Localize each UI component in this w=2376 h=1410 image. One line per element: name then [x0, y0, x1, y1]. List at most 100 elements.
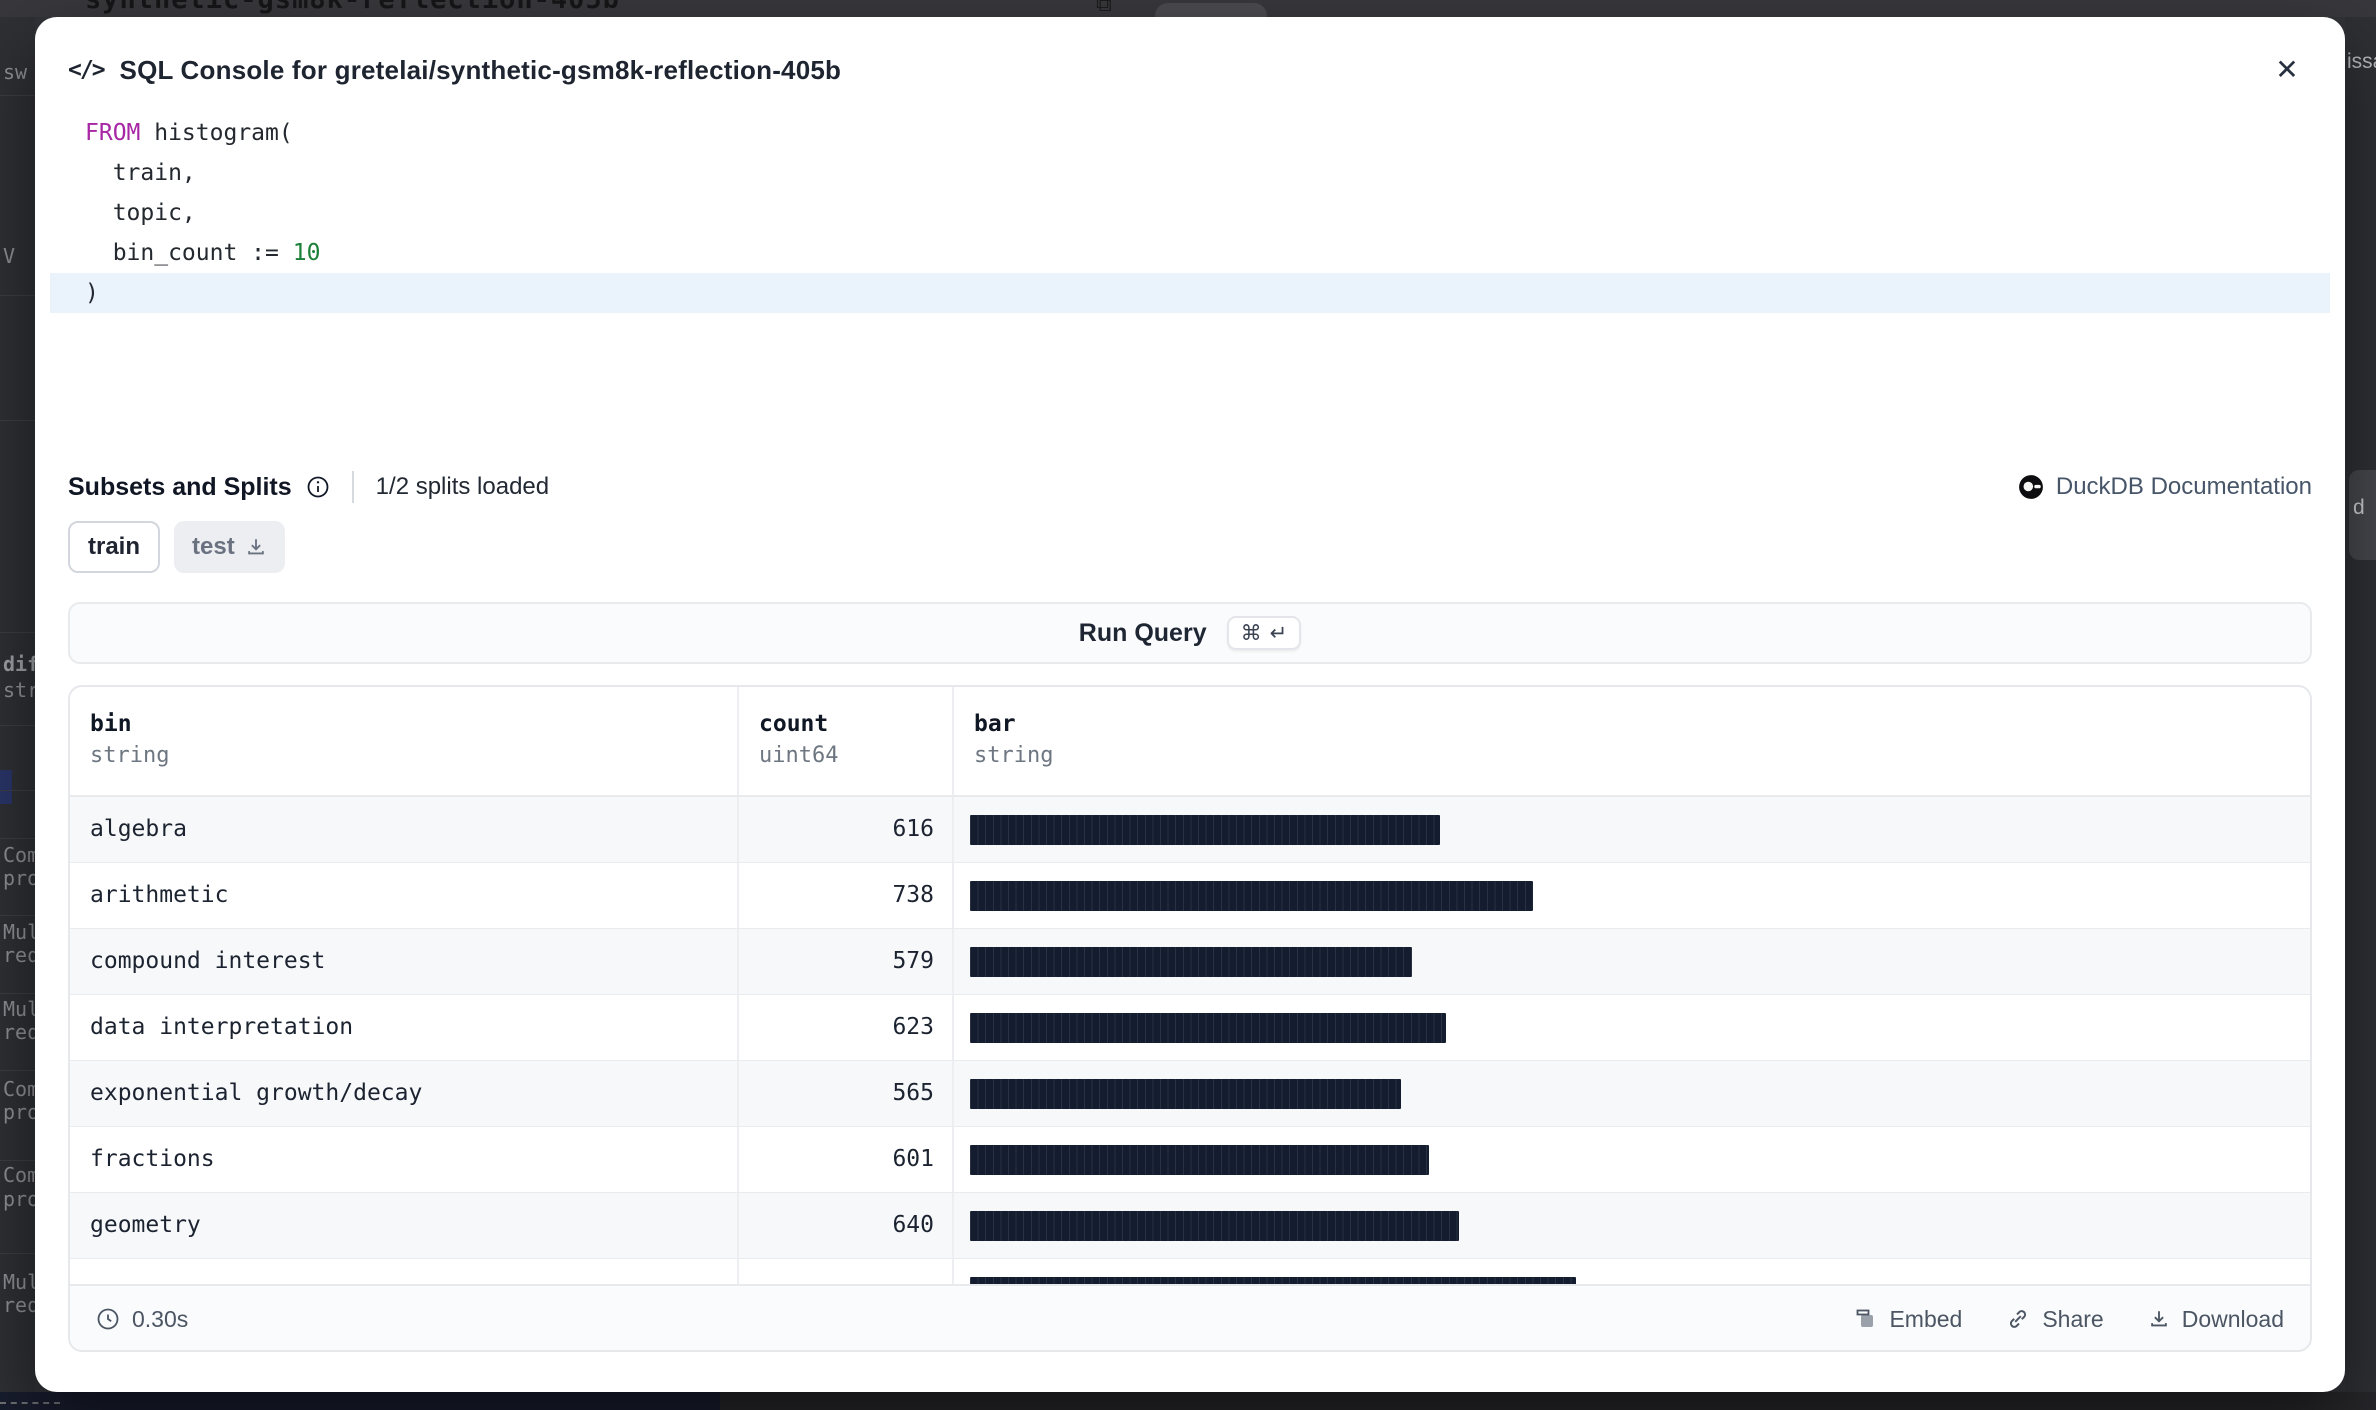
cell-count: 640 [737, 1193, 952, 1258]
column-header-bin: binstring [70, 687, 737, 795]
background-button-fragment: d [2349, 470, 2376, 560]
sql-token-plain: bin_count := [85, 240, 293, 266]
info-icon[interactable] [306, 475, 330, 499]
background-text-fragment: Mul [3, 997, 35, 1021]
background-left-column: swVdifstrComproMulreqMulreqComproComproM… [0, 17, 35, 1392]
cell-bin: fractions [70, 1127, 737, 1192]
table-row: fractions601 [70, 1127, 2310, 1193]
histogram-bar [970, 1079, 1401, 1109]
cell-bar [952, 863, 2310, 928]
cell-count [737, 1259, 952, 1284]
table-row: algebra616 [70, 797, 2310, 863]
table-row: arithmetic738 [70, 863, 2310, 929]
share-button[interactable]: Share [2006, 1306, 2103, 1333]
results-table: binstringcountuint64barstring algebra616… [70, 687, 2310, 1284]
kbd-key: ↵ [1270, 621, 1288, 645]
background-text-fragment: str [3, 678, 35, 702]
cell-bin: geometry [70, 1193, 737, 1258]
background-text-fragment: req [3, 943, 35, 967]
modal-title: SQL Console for gretelai/synthetic-gsm8k… [120, 55, 842, 86]
clock-icon [96, 1307, 120, 1331]
cell-bar [952, 1061, 2310, 1126]
embed-button[interactable]: Embed [1853, 1306, 1962, 1333]
table-row: compound interest579 [70, 929, 2310, 995]
table-header-row: binstringcountuint64barstring [70, 687, 2310, 797]
cell-bin [70, 1259, 737, 1284]
download-button[interactable]: Download [2148, 1306, 2284, 1333]
background-text-fragment: Mul [3, 1270, 35, 1294]
table-row: data interpretation623 [70, 995, 2310, 1061]
subsets-row: Subsets and Splits 1/2 splits loaded Duc… [68, 465, 2312, 509]
sql-editor-line[interactable]: bin_count := 10 [50, 233, 2330, 273]
background-row-divider [0, 632, 35, 633]
action-label: Embed [1889, 1306, 1962, 1333]
background-page-header: synthetic-gsm8k-reflection-405b ⧉ [0, 0, 2376, 17]
results-card: binstringcountuint64barstring algebra616… [68, 685, 2312, 1352]
histogram-bar [970, 1145, 1429, 1175]
embed-icon [1853, 1307, 1877, 1331]
cell-bar [952, 1127, 2310, 1192]
background-bottom-navy [0, 1392, 720, 1410]
run-query-button[interactable]: Run Query ⌘↵ [68, 602, 2312, 664]
background-text-fragment: Com [3, 1077, 35, 1101]
download-icon [245, 536, 267, 558]
background-row-divider [0, 725, 35, 726]
cell-count: 565 [737, 1061, 952, 1126]
sql-editor-line[interactable]: FROM histogram( [50, 113, 2330, 153]
keyboard-shortcut-badge: ⌘↵ [1227, 616, 1302, 650]
histogram-bar [970, 947, 1412, 977]
split-chip-test[interactable]: test [174, 521, 285, 573]
sql-token-plain: topic, [85, 200, 196, 226]
sql-token-plain: ) [85, 280, 99, 306]
like-button-fragment [1155, 3, 1267, 17]
share-icon [2006, 1307, 2030, 1331]
background-row-divider [0, 420, 35, 421]
background-row-divider [0, 1160, 35, 1161]
background-text-fragment: sw [3, 60, 27, 84]
cell-bin: exponential growth/decay [70, 1061, 737, 1126]
subsets-heading: Subsets and Splits [68, 473, 292, 502]
split-selector: train test [68, 521, 285, 573]
sql-editor-line[interactable]: topic, [50, 193, 2330, 233]
splits-loaded-status: 1/2 splits loaded [376, 473, 549, 501]
sql-editor[interactable]: FROM histogram( train, topic, bin_count … [50, 113, 2330, 313]
background-row-divider [0, 295, 35, 296]
background-bottom-edge [0, 1392, 2376, 1410]
split-chip-train[interactable]: train [68, 521, 160, 573]
background-text-fragment: pro [3, 1187, 35, 1211]
table-row [70, 1259, 2310, 1284]
sql-token-number: 10 [293, 240, 321, 266]
cell-bar [952, 1193, 2310, 1258]
sql-token-plain: histogram( [140, 120, 292, 146]
cell-bar [952, 929, 2310, 994]
background-row-divider [0, 993, 35, 994]
sql-editor-line[interactable]: train, [50, 153, 2330, 193]
background-text-fragment: Com [3, 843, 35, 867]
background-selection-block [0, 770, 12, 804]
close-icon[interactable]: ✕ [2265, 47, 2309, 91]
cell-bar [952, 797, 2310, 862]
background-row-divider [0, 1070, 35, 1071]
cell-bin: algebra [70, 797, 737, 862]
cell-bar [952, 1259, 2310, 1284]
background-text-fragment: req [3, 1293, 35, 1317]
background-text-fragment: Com [3, 1163, 35, 1187]
duckdb-logo-icon [2018, 474, 2044, 500]
split-label: test [192, 533, 235, 561]
query-duration: 0.30s [96, 1306, 188, 1333]
background-text-fragment: dif [3, 652, 35, 676]
action-label: Share [2042, 1306, 2103, 1333]
histogram-bar [970, 1013, 1446, 1043]
divider [352, 471, 354, 503]
cell-count: 623 [737, 995, 952, 1060]
run-query-label: Run Query [1079, 619, 1207, 648]
background-row-divider [0, 1253, 35, 1254]
background-text-fragment: Mul [3, 920, 35, 944]
download-icon [2148, 1308, 2170, 1330]
column-header-count: countuint64 [737, 687, 952, 795]
duckdb-documentation-link[interactable]: DuckDB Documentation [2018, 473, 2312, 501]
sql-editor-line[interactable]: ) [50, 273, 2330, 313]
histogram-bar [970, 881, 1533, 911]
background-row-divider [0, 915, 35, 916]
footer-actions: Embed Share Download [1853, 1306, 2284, 1333]
